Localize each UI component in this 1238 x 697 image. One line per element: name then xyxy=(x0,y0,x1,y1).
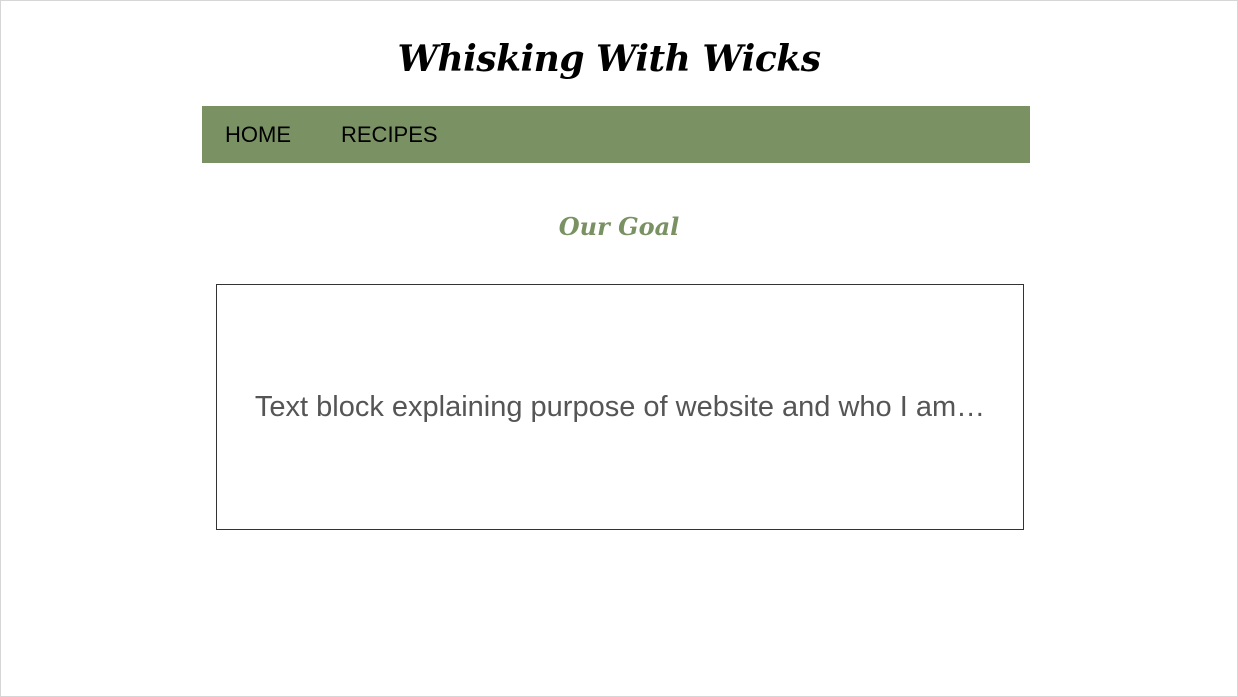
nav-item-recipes[interactable]: RECIPES xyxy=(341,122,438,148)
text-block-box: Text block explaining purpose of website… xyxy=(216,284,1024,530)
section-heading-our-goal: Our Goal xyxy=(558,212,680,241)
nav-bar: HOME RECIPES xyxy=(202,106,1030,163)
text-block-content: Text block explaining purpose of website… xyxy=(254,390,986,423)
nav-item-home[interactable]: HOME xyxy=(225,122,291,148)
site-title: Whisking With Wicks xyxy=(397,38,821,80)
